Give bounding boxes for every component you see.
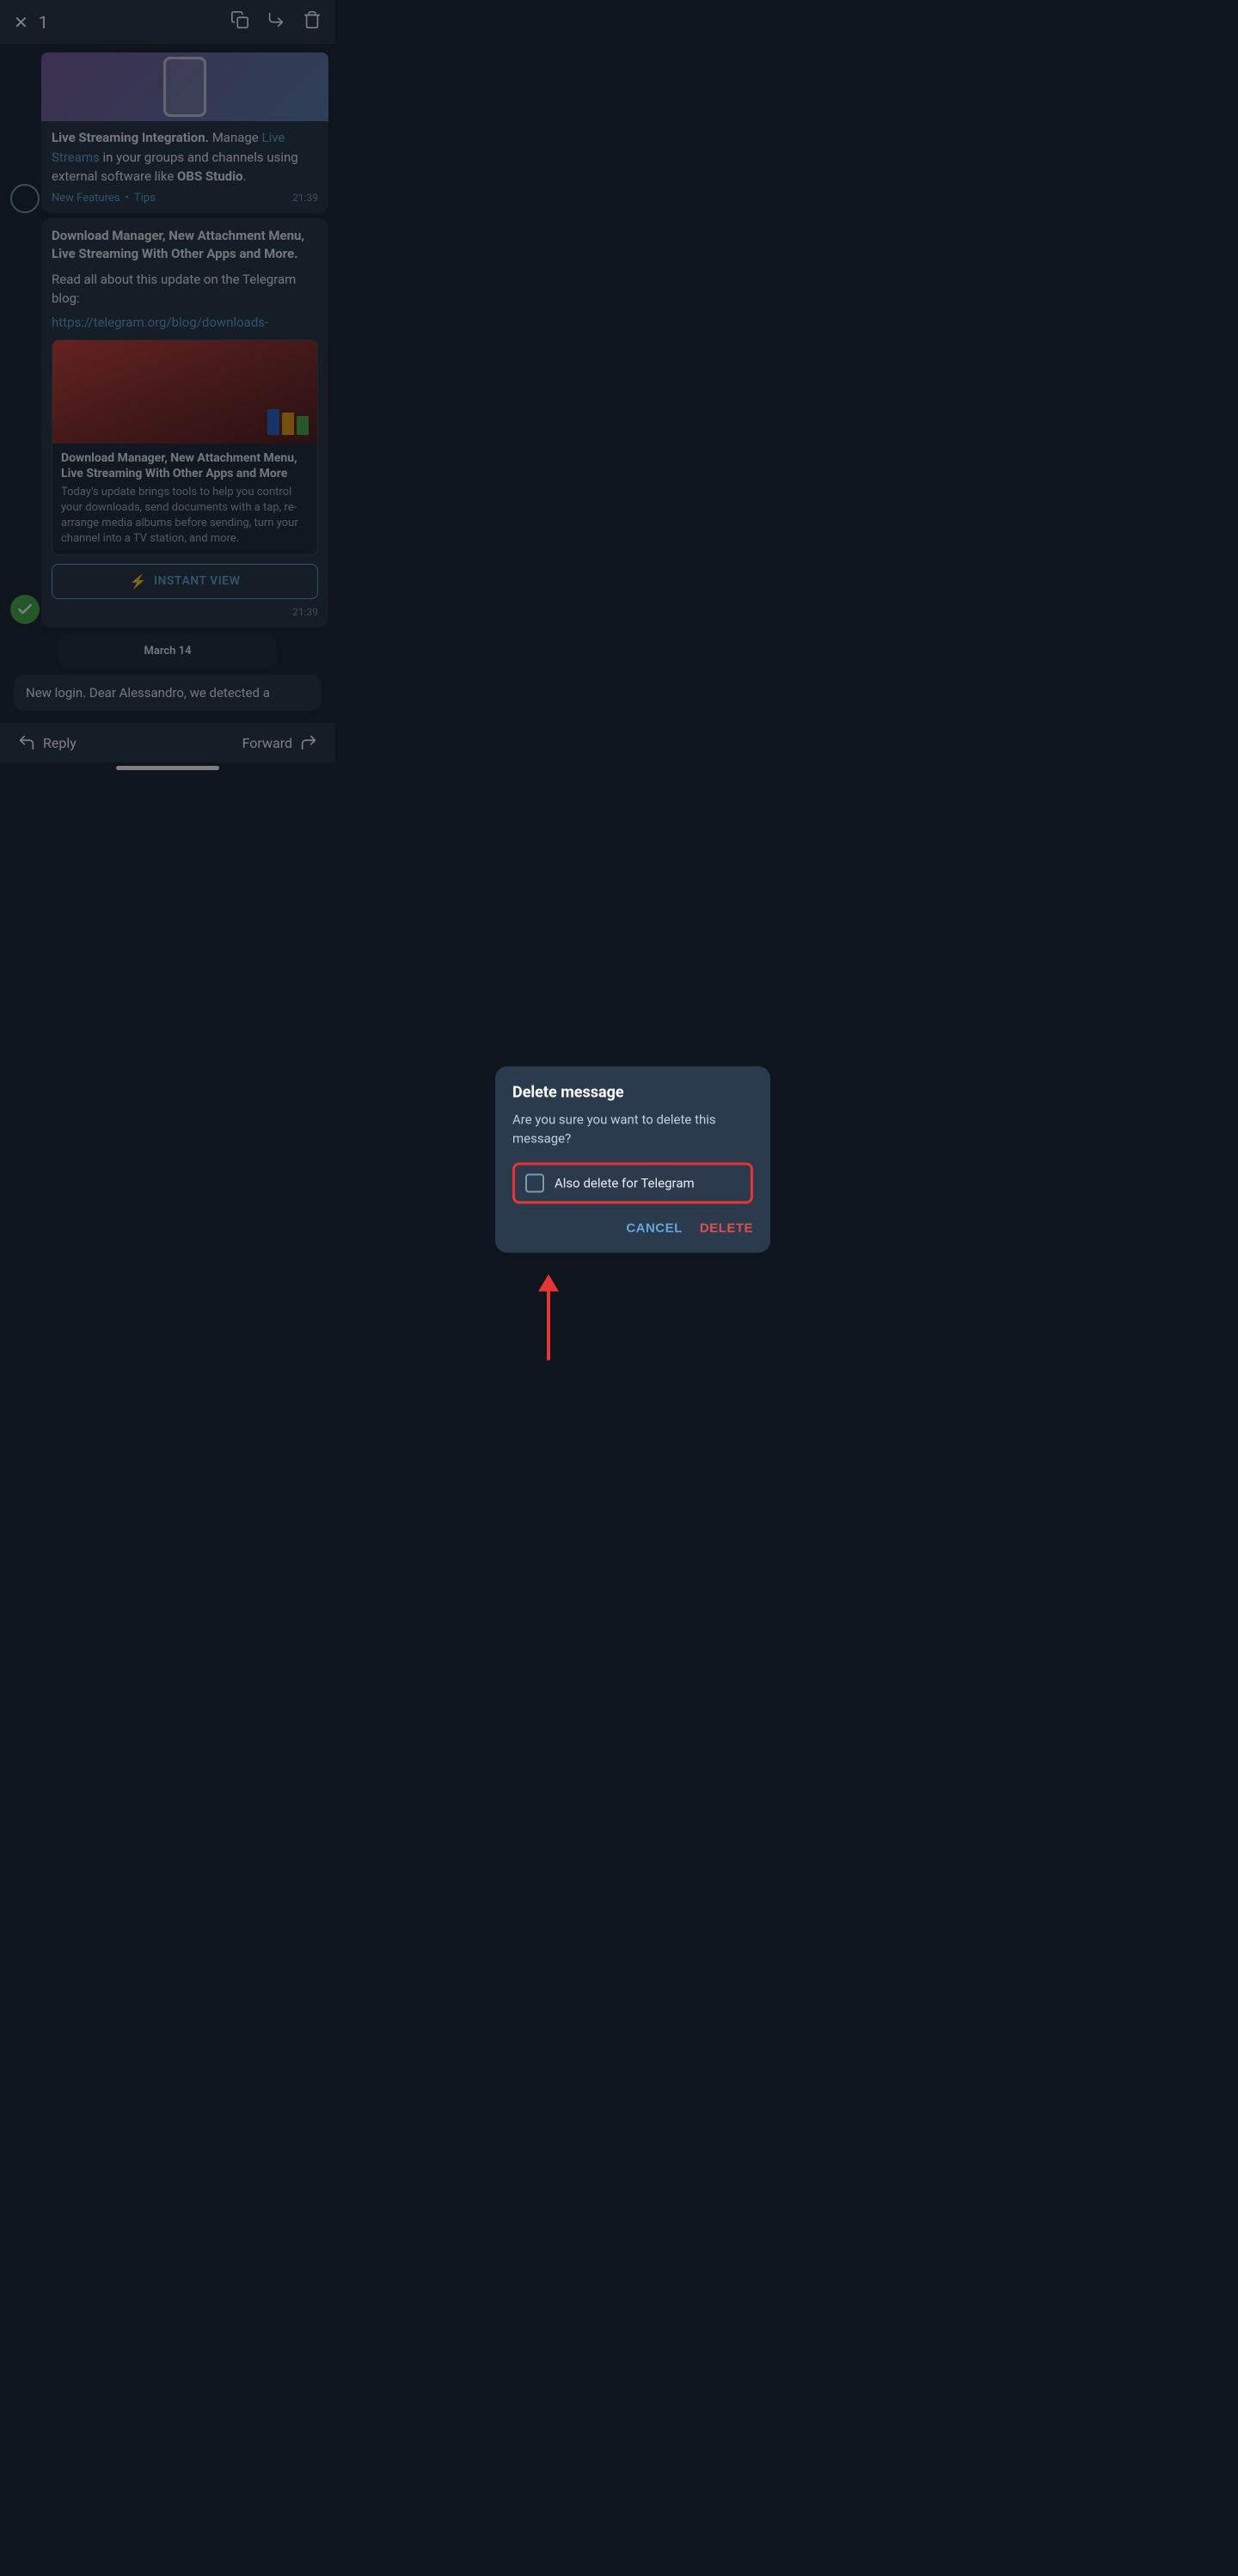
page-container: ✕ 1 — [0, 0, 335, 770]
dialog-overlay: Delete message Are you sure you want to … — [0, 0, 335, 770]
